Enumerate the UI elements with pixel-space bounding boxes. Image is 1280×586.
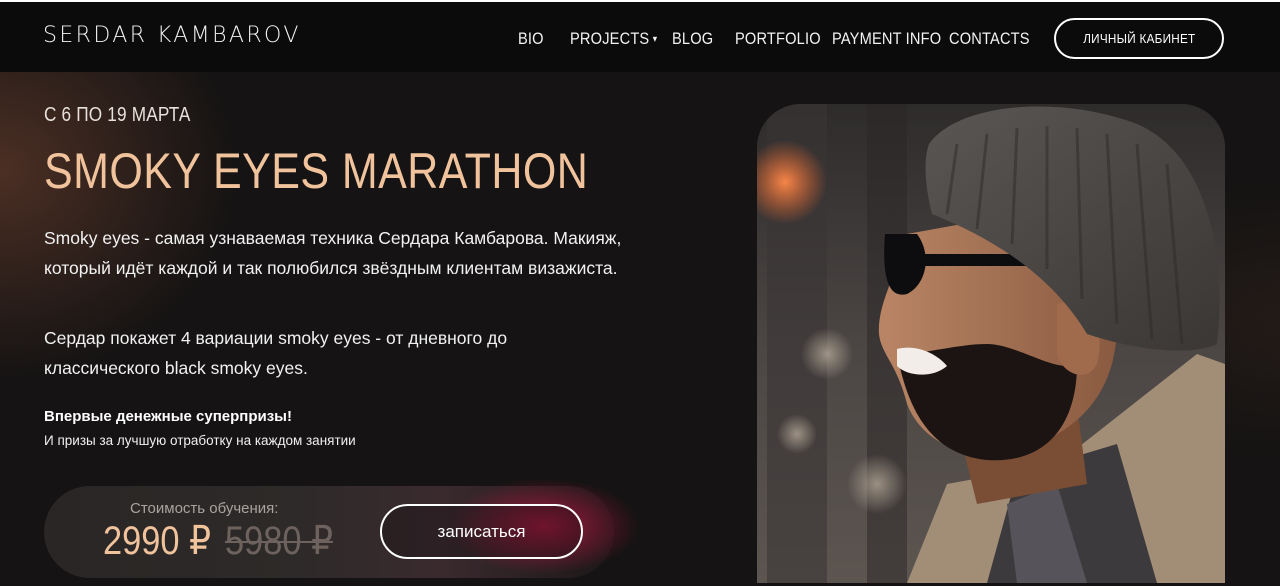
portrait-photo <box>757 104 1225 583</box>
old-price: 5980 ₽ <box>225 519 333 563</box>
chevron-down-icon: ▾ <box>652 34 658 45</box>
event-date: С 6 ПО 19 МАРТА <box>44 104 191 126</box>
nav-item-contacts[interactable]: CONTACTS <box>949 29 1030 49</box>
personal-account-button[interactable]: ЛИЧНЫЙ КАБИНЕТ <box>1054 18 1224 59</box>
nav-item-portfolio[interactable]: PORTFOLIO <box>735 29 821 49</box>
page-title: SMOKY EYES MARATHON <box>44 143 589 199</box>
signup-button[interactable]: записаться <box>380 504 583 559</box>
current-price: 2990 ₽ <box>103 519 211 563</box>
personal-account-label: ЛИЧНЫЙ КАБИНЕТ <box>1082 31 1196 46</box>
signup-button-label: записаться <box>437 521 526 541</box>
bonus-text: И призы за лучшую отработку на каждом за… <box>44 433 356 448</box>
description-paragraph-2: Сердар покажет 4 вариации smoky eyes - о… <box>44 328 508 378</box>
top-navigation-bar: SERDAR KAMBAROV BIO PROJECTS ▾ BLOG PORTF… <box>0 0 1280 72</box>
pricing-panel: Стоимость обучения: 2990 ₽ 5980 ₽ записа… <box>44 476 664 586</box>
portrait-illustration <box>757 104 1225 583</box>
nav-item-blog[interactable]: BLOG <box>672 29 713 49</box>
nav-item-projects-label: PROJECTS <box>570 29 650 48</box>
nav-item-payment-info[interactable]: PAYMENT INFO <box>832 29 941 49</box>
description-paragraph-1: Smoky eyes - самая узнаваемая техника Се… <box>44 228 622 278</box>
nav-item-bio[interactable]: BIO <box>518 29 544 49</box>
bonus-title: Впервые денежные суперпризы! <box>44 408 292 425</box>
nav-item-projects[interactable]: PROJECTS ▾ <box>570 29 657 49</box>
price-caption: Стоимость обучения: <box>130 500 279 517</box>
